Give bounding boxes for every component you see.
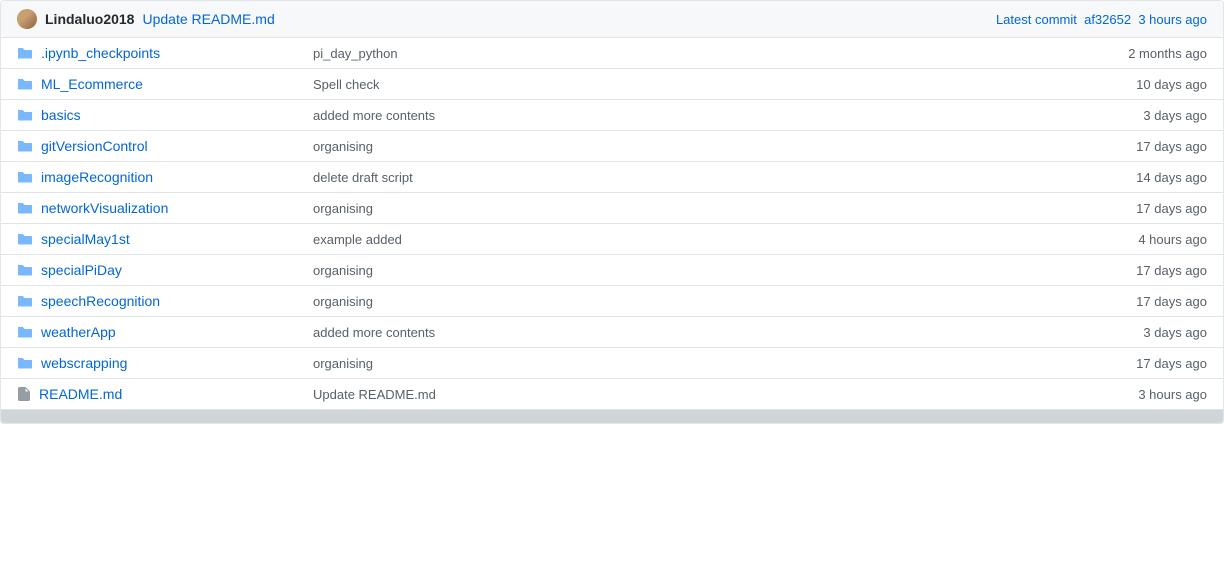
folder-icon xyxy=(17,262,33,278)
file-link[interactable]: ML_Ecommerce xyxy=(41,76,143,92)
folder-icon xyxy=(17,107,33,123)
commit-message-col: organising xyxy=(297,356,1067,371)
table-row: gitVersionControl organising 17 days ago xyxy=(1,131,1223,162)
file-name-col: specialPiDay xyxy=(17,262,297,278)
time-col: 17 days ago xyxy=(1067,139,1207,154)
file-link[interactable]: specialPiDay xyxy=(41,262,122,278)
file-name-col: speechRecognition xyxy=(17,293,297,309)
file-link[interactable]: networkVisualization xyxy=(41,200,168,216)
scrollbar[interactable] xyxy=(1,409,1223,423)
file-name-col: .ipynb_checkpoints xyxy=(17,45,297,61)
folder-icon xyxy=(17,231,33,247)
file-link[interactable]: weatherApp xyxy=(41,324,116,340)
table-row: imageRecognition delete draft script 14 … xyxy=(1,162,1223,193)
file-link[interactable]: .ipynb_checkpoints xyxy=(41,45,160,61)
folder-icon xyxy=(17,200,33,216)
file-name-col: specialMay1st xyxy=(17,231,297,247)
time-col: 14 days ago xyxy=(1067,170,1207,185)
username[interactable]: Lindaluo2018 xyxy=(45,11,134,27)
commit-time: 3 hours ago xyxy=(1138,12,1207,27)
folder-icon xyxy=(17,355,33,371)
time-col: 3 hours ago xyxy=(1067,387,1207,402)
commit-message-col: organising xyxy=(297,294,1067,309)
commit-hash[interactable]: af32652 xyxy=(1084,12,1131,27)
commit-message-col: Update README.md xyxy=(297,387,1067,402)
commit-message-col: delete draft script xyxy=(297,170,1067,185)
time-col: 17 days ago xyxy=(1067,201,1207,216)
table-row: README.md Update README.md 3 hours ago xyxy=(1,379,1223,409)
file-list: .ipynb_checkpoints pi_day_python 2 month… xyxy=(1,38,1223,409)
time-col: 3 days ago xyxy=(1067,325,1207,340)
table-row: webscrapping organising 17 days ago xyxy=(1,348,1223,379)
file-name-col: basics xyxy=(17,107,297,123)
file-name-col: networkVisualization xyxy=(17,200,297,216)
table-row: weatherApp added more contents 3 days ag… xyxy=(1,317,1223,348)
table-row: networkVisualization organising 17 days … xyxy=(1,193,1223,224)
file-name-col: README.md xyxy=(17,386,297,402)
file-link[interactable]: basics xyxy=(41,107,81,123)
table-row: basics added more contents 3 days ago xyxy=(1,100,1223,131)
file-name-col: weatherApp xyxy=(17,324,297,340)
table-row: speechRecognition organising 17 days ago xyxy=(1,286,1223,317)
time-col: 3 days ago xyxy=(1067,108,1207,123)
time-col: 10 days ago xyxy=(1067,77,1207,92)
file-browser: Lindaluo2018 Update README.md Latest com… xyxy=(0,0,1224,424)
file-link[interactable]: specialMay1st xyxy=(41,231,130,247)
table-row: specialMay1st example added 4 hours ago xyxy=(1,224,1223,255)
table-row: .ipynb_checkpoints pi_day_python 2 month… xyxy=(1,38,1223,69)
latest-commit-label: Latest commit xyxy=(996,12,1077,27)
commit-header: Lindaluo2018 Update README.md Latest com… xyxy=(1,1,1223,38)
folder-icon xyxy=(17,138,33,154)
commit-message-col: organising xyxy=(297,263,1067,278)
commit-message-link[interactable]: Update README.md xyxy=(142,11,274,27)
file-name-col: gitVersionControl xyxy=(17,138,297,154)
table-row: specialPiDay organising 17 days ago xyxy=(1,255,1223,286)
folder-icon xyxy=(17,45,33,61)
time-col: 17 days ago xyxy=(1067,356,1207,371)
avatar xyxy=(17,9,37,29)
file-link[interactable]: README.md xyxy=(39,386,122,402)
commit-info: Latest commit af32652 3 hours ago xyxy=(996,12,1207,27)
file-link[interactable]: speechRecognition xyxy=(41,293,160,309)
time-col: 17 days ago xyxy=(1067,294,1207,309)
commit-message-col: Spell check xyxy=(297,77,1067,92)
commit-message-col: organising xyxy=(297,139,1067,154)
folder-icon xyxy=(17,169,33,185)
file-link[interactable]: gitVersionControl xyxy=(41,138,148,154)
folder-icon xyxy=(17,293,33,309)
commit-message-col: example added xyxy=(297,232,1067,247)
file-icon xyxy=(17,386,31,402)
table-row: ML_Ecommerce Spell check 10 days ago xyxy=(1,69,1223,100)
file-name-col: ML_Ecommerce xyxy=(17,76,297,92)
commit-message-col: pi_day_python xyxy=(297,46,1067,61)
commit-message-col: organising xyxy=(297,201,1067,216)
file-link[interactable]: imageRecognition xyxy=(41,169,153,185)
time-col: 17 days ago xyxy=(1067,263,1207,278)
time-col: 4 hours ago xyxy=(1067,232,1207,247)
folder-icon xyxy=(17,324,33,340)
commit-message-col: added more contents xyxy=(297,108,1067,123)
file-name-col: imageRecognition xyxy=(17,169,297,185)
folder-icon xyxy=(17,76,33,92)
file-name-col: webscrapping xyxy=(17,355,297,371)
time-col: 2 months ago xyxy=(1067,46,1207,61)
header-left: Lindaluo2018 Update README.md xyxy=(17,9,275,29)
commit-message-col: added more contents xyxy=(297,325,1067,340)
file-link[interactable]: webscrapping xyxy=(41,355,127,371)
